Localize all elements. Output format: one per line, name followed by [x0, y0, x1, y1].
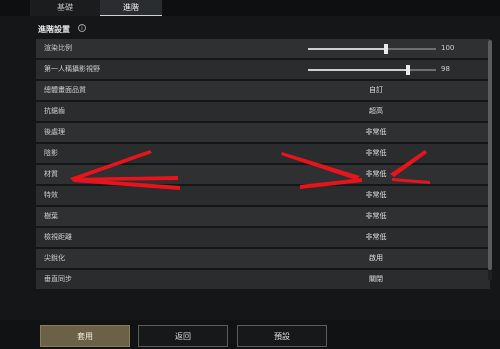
setting-value[interactable]: 非常低	[356, 123, 396, 142]
render-scale-slider[interactable]	[308, 44, 436, 54]
setting-row-textures[interactable]: 材質 非常低	[36, 165, 490, 184]
fov-slider[interactable]	[308, 65, 436, 75]
apply-button[interactable]: 套用	[40, 325, 130, 347]
setting-row-shadows[interactable]: 陰影 非常低	[36, 144, 490, 163]
setting-value[interactable]: 超高	[356, 102, 396, 121]
scrollbar-thumb[interactable]	[488, 40, 492, 270]
back-button[interactable]: 返回	[138, 325, 228, 347]
setting-label: 材質	[44, 170, 58, 178]
scrollbar[interactable]	[488, 40, 492, 280]
setting-row-post-processing[interactable]: 後處理 非常低	[36, 123, 490, 142]
setting-value[interactable]: 非常低	[356, 165, 396, 184]
setting-value[interactable]: 關閉	[356, 270, 396, 289]
setting-label: 第一人稱攝影視野	[44, 65, 100, 73]
tab-basic[interactable]: 基礎	[30, 0, 100, 16]
setting-row-sharpen[interactable]: 尖銳化 啟用	[36, 249, 490, 268]
section-title: 進階設置	[38, 25, 70, 34]
setting-label: 特效	[44, 191, 58, 199]
setting-label: 渲染比例	[44, 44, 72, 52]
slider-value: 98	[441, 65, 450, 73]
tab-bar: 基礎 進階	[0, 0, 500, 16]
setting-label: 抗鋸齒	[44, 107, 65, 115]
setting-row-effects[interactable]: 特效 非常低	[36, 186, 490, 205]
setting-value[interactable]: 非常低	[356, 207, 396, 226]
setting-label: 陰影	[44, 149, 58, 157]
preset-button[interactable]: 預設	[237, 325, 327, 347]
bottom-bar: 套用 返回 預設	[0, 320, 500, 349]
slider-handle[interactable]	[406, 65, 410, 75]
slider-handle[interactable]	[384, 44, 388, 54]
setting-row-foliage[interactable]: 樹葉 非常低	[36, 207, 490, 226]
setting-label: 總體畫面品質	[44, 86, 86, 94]
tab-advanced[interactable]: 進階	[100, 0, 162, 16]
slider-value: 100	[441, 44, 455, 52]
setting-row-anti-aliasing[interactable]: 抗鋸齒 超高	[36, 102, 490, 121]
settings-list: 渲染比例 100 第一人稱攝影視野 98 總體畫面品質 自訂 抗鋸齒 超高 後處…	[36, 39, 490, 291]
info-icon[interactable]: i	[78, 24, 86, 32]
settings-panel: 進階設置 i 渲染比例 100 第一人稱攝影視野 98 總體畫面品質 自訂 抗鋸…	[30, 20, 498, 320]
setting-row-fov[interactable]: 第一人稱攝影視野 98	[36, 60, 490, 79]
setting-row-vsync[interactable]: 垂直同步 關閉	[36, 270, 490, 289]
setting-value[interactable]: 非常低	[356, 186, 396, 205]
setting-label: 檢視距離	[44, 233, 72, 241]
setting-row-view-distance[interactable]: 檢視距離 非常低	[36, 228, 490, 247]
setting-label: 尖銳化	[44, 254, 65, 262]
setting-row-overall-quality[interactable]: 總體畫面品質 自訂	[36, 81, 490, 100]
setting-label: 垂直同步	[44, 275, 72, 283]
setting-value[interactable]: 非常低	[356, 228, 396, 247]
setting-value[interactable]: 啟用	[356, 249, 396, 268]
setting-value[interactable]: 自訂	[356, 81, 396, 100]
setting-row-render-scale[interactable]: 渲染比例 100	[36, 39, 490, 58]
setting-value[interactable]: 非常低	[356, 144, 396, 163]
setting-label: 樹葉	[44, 212, 58, 220]
setting-label: 後處理	[44, 128, 65, 136]
